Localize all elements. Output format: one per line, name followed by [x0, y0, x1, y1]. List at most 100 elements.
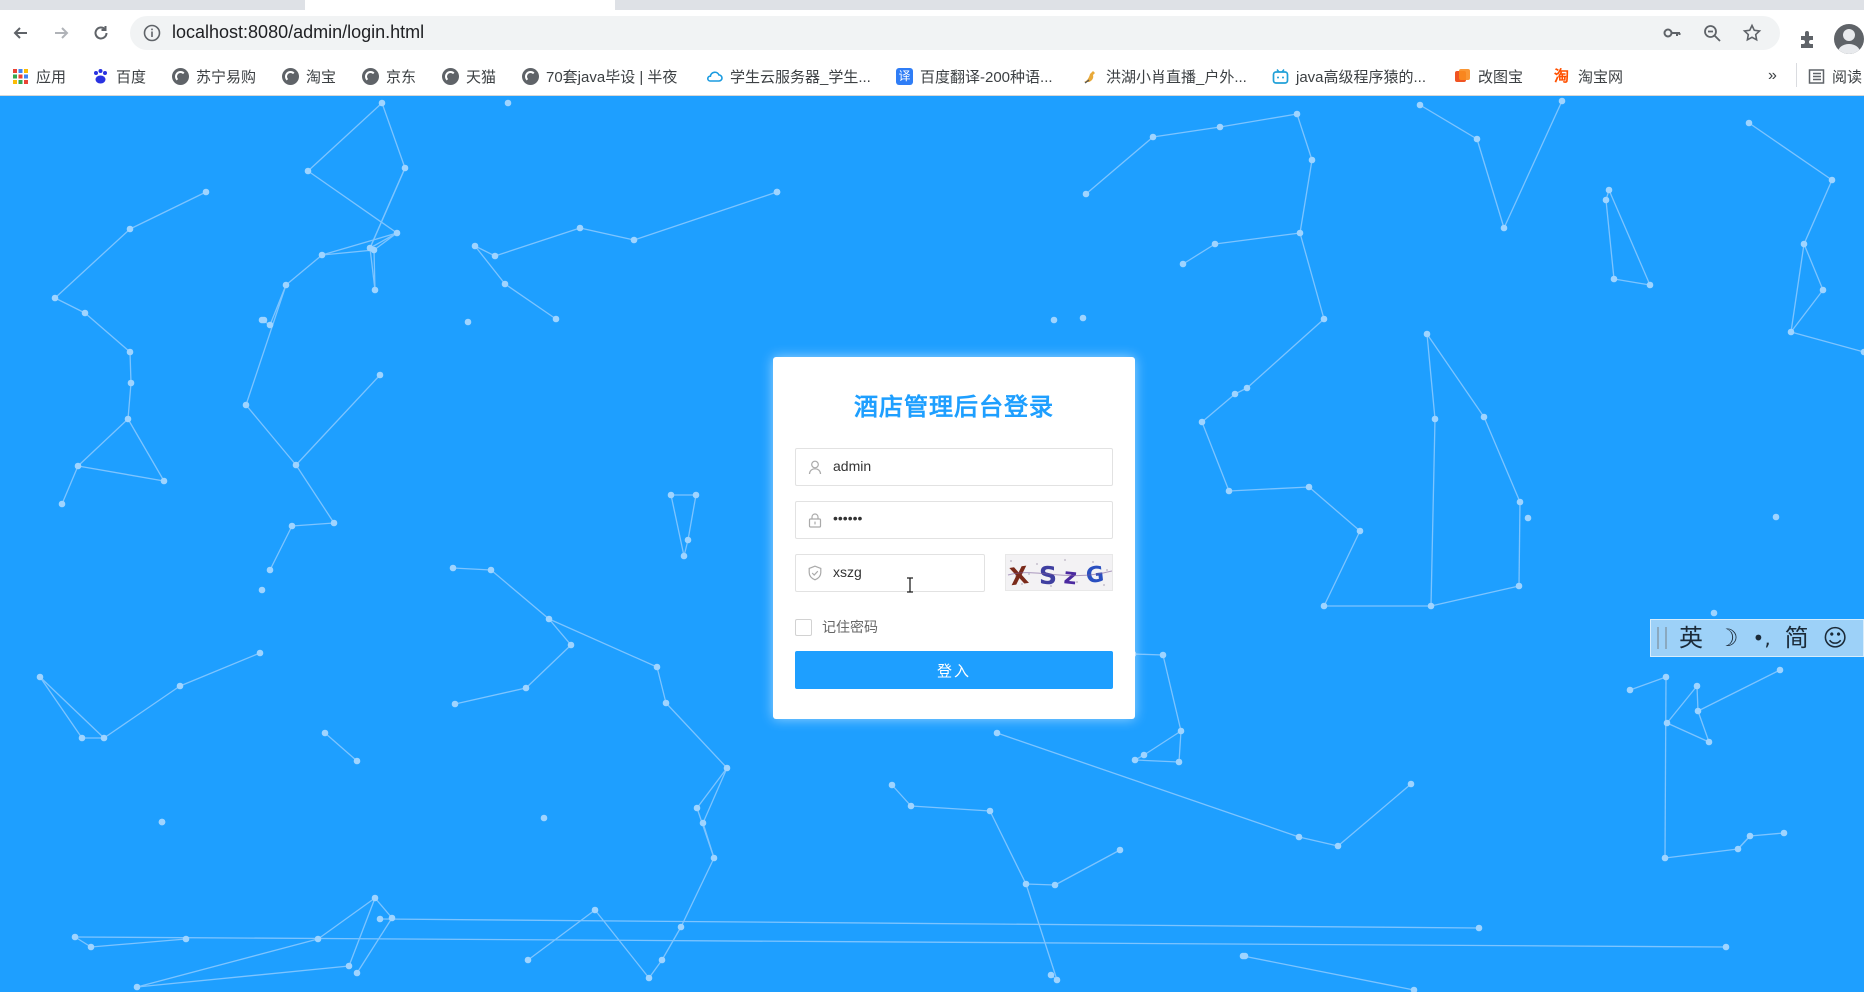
network-dot: [256, 649, 264, 657]
network-line: [77, 418, 129, 467]
network-line: [307, 102, 383, 172]
network-dot: [266, 321, 274, 329]
network-dot: [658, 956, 666, 964]
network-line: [1246, 318, 1325, 389]
network-dot: [1216, 123, 1224, 131]
forward-button[interactable]: [46, 18, 76, 48]
shield-check-icon: [808, 565, 822, 581]
network-line: [1201, 421, 1230, 492]
bookmark-live-stream[interactable]: 洪湖小肖直播_户外...: [1082, 65, 1247, 87]
captcha-image[interactable]: X S z G: [1005, 554, 1113, 591]
network-line: [1025, 883, 1058, 981]
network-line: [1476, 138, 1505, 229]
login-button[interactable]: 登入: [795, 651, 1113, 689]
bookmark-label: 洪湖小肖直播_户外...: [1106, 68, 1247, 86]
profile-avatar-icon[interactable]: [1834, 24, 1864, 54]
punctuation-toggle[interactable]: •,: [1753, 628, 1771, 648]
bookmark-taobao[interactable]: 淘宝: [282, 65, 336, 87]
network-line: [702, 822, 715, 859]
network-dot: [662, 699, 670, 707]
network-dot: [1734, 845, 1742, 853]
network-dot: [1626, 686, 1634, 694]
translate-icon: 译: [896, 67, 913, 85]
bookmark-apps[interactable]: 应用: [12, 65, 66, 87]
bookmark-baidu[interactable]: 百度: [92, 65, 146, 87]
ime-language-toggle[interactable]: 英: [1679, 626, 1703, 650]
network-dot: [1198, 418, 1206, 426]
info-icon[interactable]: [142, 23, 162, 43]
network-line: [1664, 848, 1739, 859]
network-line: [54, 297, 86, 314]
globe-icon: [172, 67, 189, 85]
ime-toolbar[interactable]: 英 ☽ •, 简 ☺: [1650, 619, 1864, 657]
network-dot: [1800, 240, 1808, 248]
network-dot: [288, 522, 296, 530]
network-dot: [321, 729, 329, 737]
network-line: [348, 897, 376, 967]
extensions-icon[interactable]: [1797, 28, 1819, 50]
network-dot: [1305, 483, 1313, 491]
reading-list-button[interactable]: 阅读: [1808, 65, 1862, 87]
bookmark-gaitubao[interactable]: 改图宝: [1454, 65, 1523, 87]
network-dot: [1116, 846, 1124, 854]
bookmark-baidu-translate[interactable]: 译 百度翻译-200种语...: [896, 65, 1053, 87]
network-dot: [1140, 751, 1148, 759]
network-dot: [491, 252, 499, 260]
network-dot: [1705, 738, 1713, 746]
network-line: [1134, 759, 1180, 763]
address-bar[interactable]: localhost:8080/admin/login.html: [130, 16, 1780, 50]
emoji-icon[interactable]: ☺: [1823, 626, 1848, 650]
network-dot: [124, 415, 132, 423]
network-line: [1323, 530, 1361, 607]
zoom-out-icon[interactable]: [1702, 23, 1722, 43]
captcha-input[interactable]: xszg: [795, 554, 985, 593]
remember-password[interactable]: 记住密码: [795, 617, 878, 637]
network-dot: [100, 734, 108, 742]
password-input[interactable]: ••••••: [795, 501, 1113, 539]
bookmark-java-projects[interactable]: 70套java毕设 | 半夜: [522, 65, 677, 87]
network-dot: [176, 682, 184, 690]
captcha-char: z: [1063, 564, 1078, 590]
network-dot: [81, 309, 89, 317]
network-line: [661, 926, 682, 961]
network-line: [285, 254, 323, 286]
bookmark-taobao-net[interactable]: 淘 淘宝网: [1554, 65, 1623, 87]
bookmark-java-senior[interactable]: java高级程序猿的...: [1272, 65, 1426, 87]
bookmark-student-cloud[interactable]: 学生云服务器_学生...: [706, 65, 871, 87]
network-dot: [1308, 156, 1316, 164]
network-dot: [501, 280, 509, 288]
bookmarks-overflow-button[interactable]: »: [1768, 65, 1777, 87]
network-dot: [540, 814, 548, 822]
back-button[interactable]: [6, 18, 36, 48]
bookmark-suning[interactable]: 苏宁易购: [172, 65, 256, 87]
remember-checkbox[interactable]: [795, 618, 812, 636]
network-line: [103, 685, 181, 739]
bookmark-jd[interactable]: 京东: [362, 65, 416, 87]
bookmark-tmall[interactable]: 天猫: [442, 65, 496, 87]
moon-icon[interactable]: ☽: [1717, 626, 1739, 650]
network-dot: [1423, 330, 1431, 338]
network-line: [1503, 100, 1563, 229]
network-dot: [710, 854, 718, 862]
active-tab[interactable]: [305, 0, 615, 10]
network-dot: [371, 286, 379, 294]
network-line: [324, 732, 358, 762]
bookmark-label: 百度: [116, 68, 147, 86]
reading-list-label: 阅读: [1832, 68, 1863, 86]
reload-button[interactable]: [86, 18, 116, 48]
arrow-left-icon: [13, 27, 27, 39]
username-input[interactable]: admin: [795, 448, 1113, 486]
network-dot: [1473, 135, 1481, 143]
bookmarks-divider: [1796, 63, 1797, 87]
network-line: [1299, 159, 1313, 234]
network-line: [1162, 654, 1182, 732]
drag-handle[interactable]: [1657, 627, 1667, 649]
network-line: [1790, 243, 1805, 333]
ime-simplified-toggle[interactable]: 简: [1785, 626, 1809, 650]
star-icon[interactable]: [1742, 23, 1762, 43]
network-line: [245, 284, 287, 406]
key-icon[interactable]: [1662, 23, 1682, 43]
network-dot: [1159, 651, 1167, 659]
network-dot: [1177, 727, 1185, 735]
network-dot: [182, 935, 190, 943]
